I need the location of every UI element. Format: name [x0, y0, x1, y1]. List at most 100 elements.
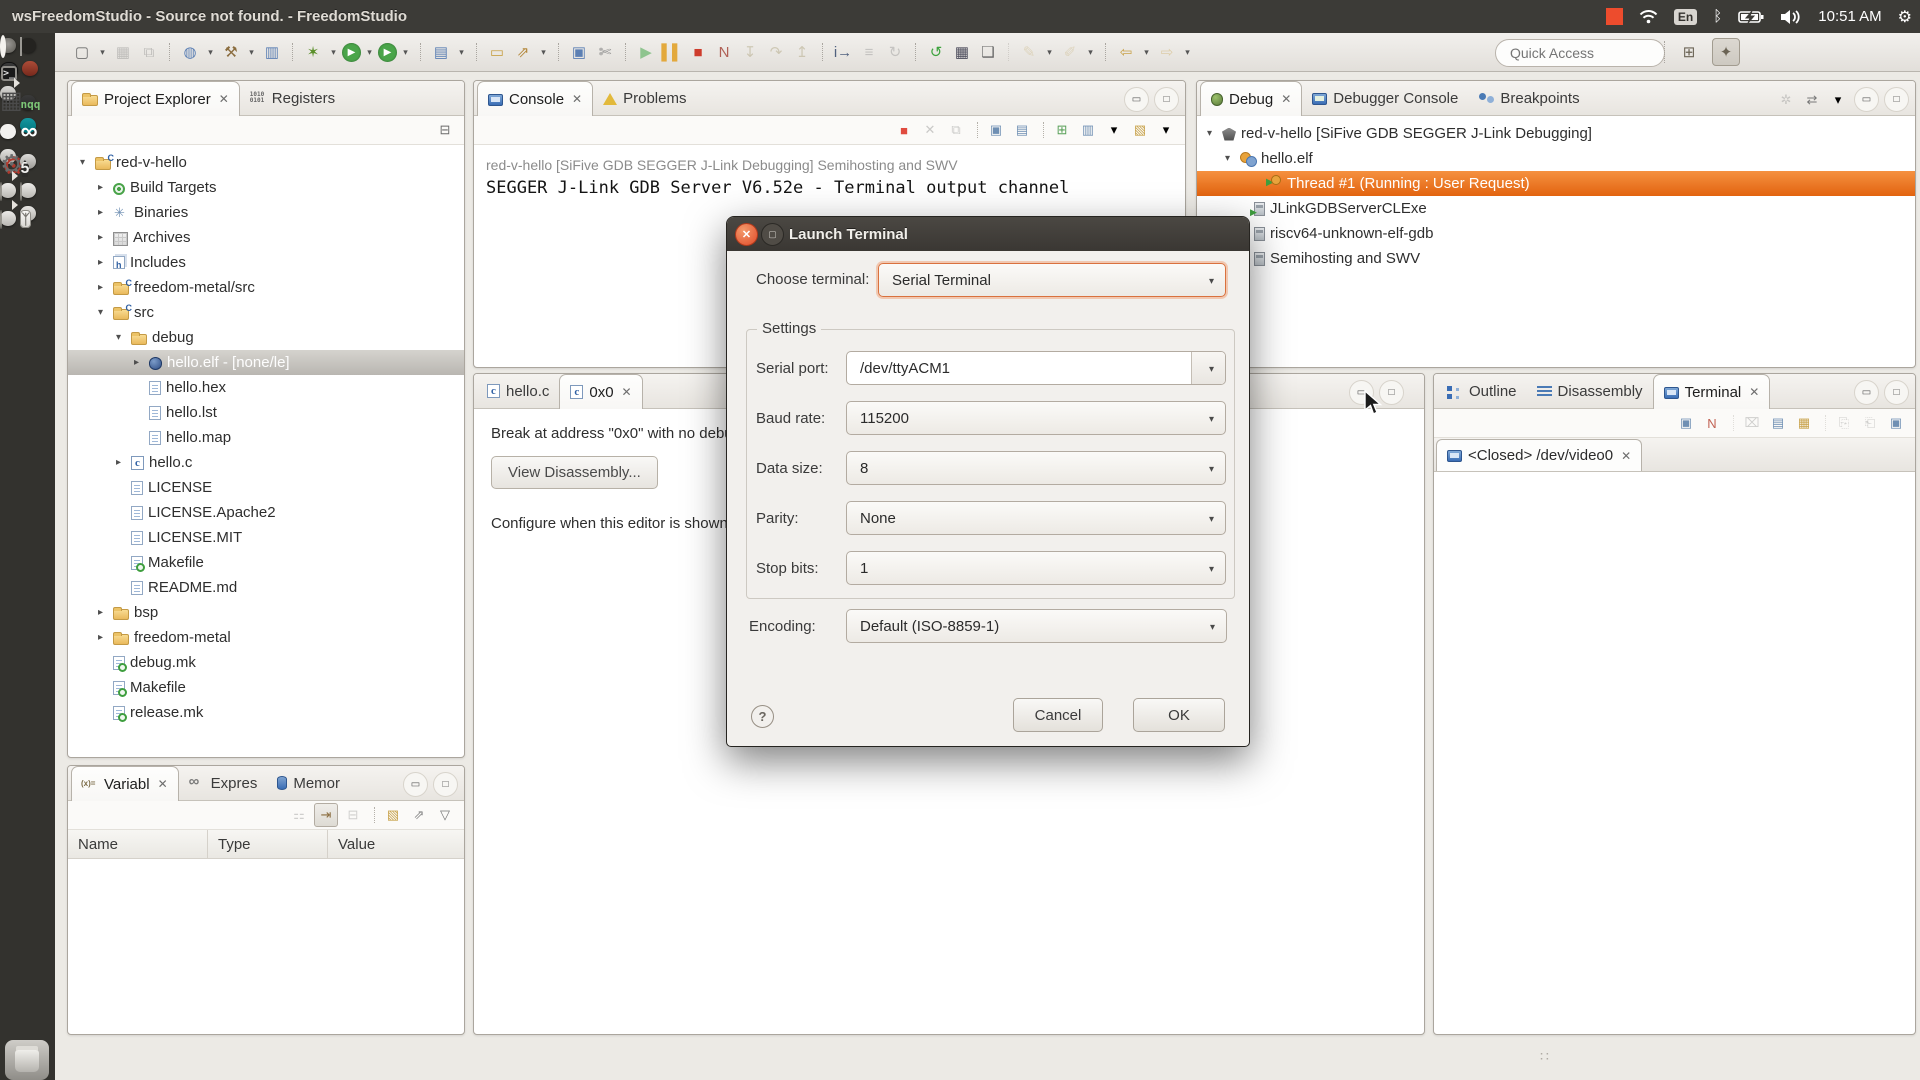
scroll-lock-terminal[interactable]: ▤: [1767, 412, 1789, 434]
profile[interactable]: ▤: [420, 40, 453, 64]
load[interactable]: ▭: [476, 40, 509, 64]
open-console-dropdown[interactable]: ▾: [1155, 119, 1177, 141]
tree-item[interactable]: hello.lst: [68, 400, 464, 425]
save-all[interactable]: ⧉: [137, 40, 161, 64]
tab[interactable]: Disassembly ✕: [1527, 374, 1653, 408]
upload[interactable]: ⇗: [511, 40, 535, 64]
column-header[interactable]: Value: [328, 830, 464, 858]
terminal-settings[interactable]: ▣: [1885, 412, 1907, 434]
wifi-icon[interactable]: [1639, 9, 1658, 24]
debug-tree-item[interactable]: ▾ red-v-hello [SiFive GDB SEGGER J-Link …: [1197, 121, 1915, 146]
memory-monitor[interactable]: ▦: [950, 40, 974, 64]
field-select[interactable]: 115200 ▾: [846, 401, 1226, 435]
view-menu-vars[interactable]: ▽: [434, 804, 456, 826]
tree-item[interactable]: LICENSE.Apache2: [68, 500, 464, 525]
keyboard-layout-indicator[interactable]: En: [1673, 8, 1698, 25]
field-select[interactable]: 8 ▾: [846, 451, 1226, 485]
maximize-button[interactable]: □: [1154, 87, 1179, 112]
editor-tab[interactable]: 0x0 ✕: [559, 374, 643, 409]
open-console[interactable]: ▧: [1129, 119, 1151, 141]
tree-item[interactable]: Makefile: [68, 675, 464, 700]
launcher-item[interactable]: [12, 183, 37, 210]
tab[interactable]: Registers ✕: [240, 81, 345, 115]
tab[interactable]: Project Explorer ✕: [71, 81, 240, 116]
session-gear-icon[interactable]: ⚙: [1898, 7, 1912, 27]
debug[interactable]: ✶: [292, 40, 325, 64]
disconnect-terminal[interactable]: N: [1701, 412, 1723, 434]
toggle-encoding[interactable]: ▦: [1793, 412, 1815, 434]
minimize-button[interactable]: ▭: [1124, 87, 1149, 112]
link-with-editor[interactable]: ✲: [1775, 89, 1797, 111]
view-menu[interactable]: ▾: [1827, 89, 1849, 111]
expander-icon[interactable]: ▸: [98, 282, 113, 293]
step-into[interactable]: ↧: [738, 40, 762, 64]
quick-access-input[interactable]: [1495, 39, 1665, 67]
launcher-item[interactable]: [0, 183, 16, 198]
display-selected[interactable]: ▥: [1077, 119, 1099, 141]
expander-icon[interactable]: ▸: [98, 182, 113, 193]
launcher-item[interactable]: [0, 38, 16, 53]
remove-all-launches[interactable]: ⧉: [945, 119, 967, 141]
launcher-item[interactable]: [20, 206, 37, 221]
close-icon[interactable]: ✕: [1281, 92, 1291, 106]
tree-item[interactable]: ▸ bsp: [68, 600, 464, 625]
expander-icon[interactable]: ▾: [1225, 153, 1240, 164]
tree-item[interactable]: ▾ debug: [68, 325, 464, 350]
debug-tree-item[interactable]: JLinkGDBServerCLExe: [1197, 196, 1915, 221]
battery-icon[interactable]: [1738, 10, 1764, 24]
mark-occurrences[interactable]: ✐: [1058, 40, 1082, 64]
detach[interactable]: ✄: [593, 40, 617, 64]
suspend[interactable]: ▌▌: [660, 40, 684, 64]
build-dropdown[interactable]: ▾: [245, 40, 258, 64]
expander-icon[interactable]: ▾: [116, 332, 131, 343]
open-perspective-button[interactable]: ⊞: [1676, 39, 1702, 65]
resume[interactable]: ▶: [625, 40, 658, 64]
clear-console[interactable]: ⊞: [1043, 119, 1073, 141]
tree-item[interactable]: LICENSE.MIT: [68, 525, 464, 550]
tree-item[interactable]: ▸ freedom-metal: [68, 625, 464, 650]
launcher-item[interactable]: [0, 211, 16, 226]
tab[interactable]: Expres ✕: [179, 766, 268, 800]
debug-tree-item[interactable]: ▾ hello.elf: [1197, 146, 1915, 171]
minimize-button[interactable]: ▭: [1854, 380, 1879, 405]
reset-chip[interactable]: ↺: [915, 40, 948, 64]
tab[interactable]: Terminal ✕: [1652, 374, 1771, 409]
back-dropdown[interactable]: ▾: [1140, 40, 1153, 64]
expander-icon[interactable]: ▸: [134, 357, 149, 368]
skip-all-breakpoints[interactable]: ◍: [169, 40, 202, 64]
column-header[interactable]: Type: [208, 830, 328, 858]
run-external[interactable]: ▶: [378, 42, 397, 62]
paste[interactable]: ⎗: [1859, 412, 1881, 434]
show-logical-structure[interactable]: ⇥: [314, 803, 338, 827]
close-icon[interactable]: ✕: [572, 92, 582, 106]
pin-console[interactable]: ▣: [977, 119, 1007, 141]
back[interactable]: ⇦: [1105, 40, 1138, 64]
close-icon[interactable]: ✕: [1621, 449, 1631, 463]
display-dropdown[interactable]: ▾: [1103, 119, 1125, 141]
expander-icon[interactable]: ▸: [98, 607, 113, 618]
expander-icon[interactable]: ▸: [98, 257, 113, 268]
openocd[interactable]: ❑: [976, 40, 1000, 64]
editor-tab[interactable]: hello.c ✕: [477, 374, 559, 408]
new-wizard[interactable]: ▢: [70, 40, 94, 64]
new-dropdown[interactable]: ▾: [96, 40, 109, 64]
expander-icon[interactable]: ▾: [1207, 128, 1222, 139]
view-disassembly-button[interactable]: View Disassembly...: [491, 456, 658, 489]
launcher-item[interactable]: [12, 154, 37, 181]
field-select[interactable]: /dev/ttyACM1 ▾: [846, 351, 1226, 385]
new-rendering[interactable]: ▧: [374, 804, 404, 826]
tree-item[interactable]: ▸ freedom-metal/src: [68, 275, 464, 300]
encoding-select[interactable]: Default (ISO-8859-1) ▾: [846, 609, 1227, 643]
trash-icon[interactable]: [5, 1040, 49, 1080]
dialog-titlebar[interactable]: ✕ ▢ Launch Terminal: [727, 217, 1249, 251]
refresh-debug[interactable]: ↻: [883, 40, 907, 64]
export-variables[interactable]: ⇗: [408, 804, 430, 826]
collapse-all[interactable]: ⊟: [434, 119, 456, 141]
profile-dropdown[interactable]: ▾: [455, 40, 468, 64]
binary[interactable]: ▥: [260, 40, 284, 64]
tree-item[interactable]: ▸ hello.c: [68, 450, 464, 475]
terminate-console[interactable]: ■: [893, 119, 915, 141]
debug-dropdown[interactable]: ▾: [327, 40, 340, 64]
debug-perspective-button[interactable]: ✦: [1712, 38, 1740, 66]
expander-icon[interactable]: ▾: [98, 307, 113, 318]
